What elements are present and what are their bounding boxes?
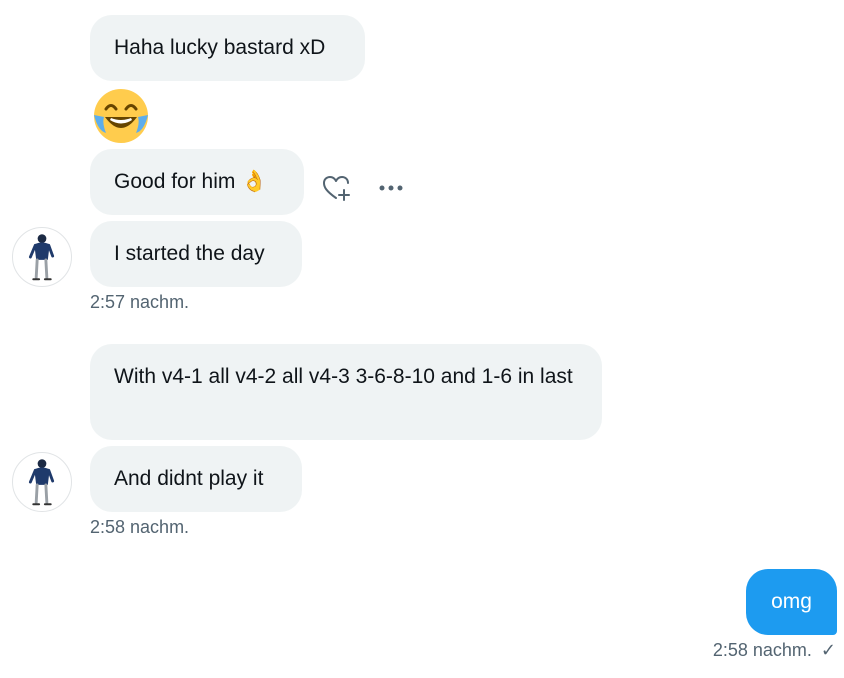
heart-plus-icon [323,176,350,201]
read-receipt-icon: ✓ [820,640,836,660]
message-timestamp: 2:58 nachm. [90,517,190,537]
person-figure-icon [28,234,55,281]
face-with-tears-of-joy-icon [94,89,148,143]
timestamp-text: 2:58 nachm. [712,640,812,660]
message-timestamp: 2:58 nachm. ✓ [713,639,836,661]
message-bubble-incoming[interactable]: Haha lucky bastard xD [90,15,365,81]
emoji-message[interactable] [92,87,150,145]
message-bubble-outgoing[interactable]: omg [746,569,837,635]
message-text: I started the day [114,242,265,265]
message-text: Haha lucky bastard xD [114,36,326,59]
react-button[interactable] [318,170,354,206]
more-button[interactable] [373,170,409,206]
person-figure-icon [28,459,55,506]
message-bubble-incoming[interactable]: And didnt play it [90,446,302,512]
more-horizontal-icon [379,185,403,191]
message-text: Good for him 👌 [114,170,268,193]
avatar[interactable] [12,227,72,287]
message-text: And didnt play it [114,467,264,490]
message-text: omg [771,590,812,613]
message-bubble-incoming[interactable]: Good for him 👌 [90,149,304,215]
message-bubble-incoming[interactable]: With v4-1 all v4-2 all v4-3 3-6-8-10 and… [90,344,602,440]
message-bubble-incoming[interactable]: I started the day [90,221,302,287]
message-text: With v4-1 all v4-2 all v4-3 3-6-8-10 and… [114,365,573,388]
avatar[interactable] [12,452,72,512]
message-timestamp: 2:57 nachm. [90,292,190,312]
